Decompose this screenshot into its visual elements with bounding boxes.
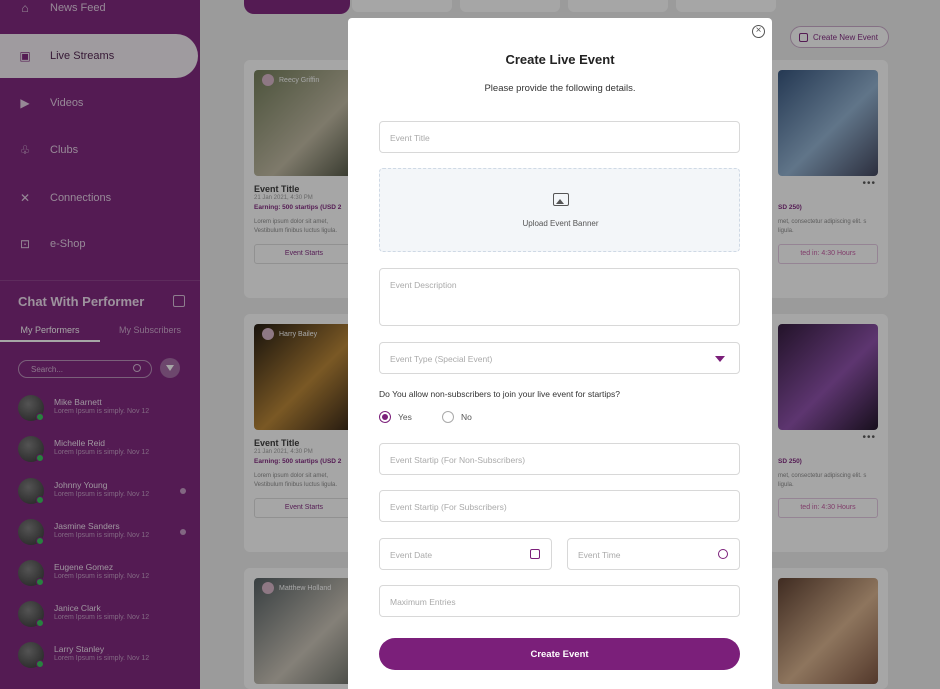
startip-subscribers-input[interactable]: Event Startip (For Subscribers) — [379, 490, 740, 522]
event-title-input[interactable]: Event Title — [379, 121, 740, 153]
event-type-select[interactable]: Event Type (Special Event) — [379, 342, 740, 374]
placeholder: Event Time — [578, 550, 621, 560]
close-icon[interactable]: × — [752, 25, 765, 38]
placeholder: Maximum Entries — [390, 597, 456, 607]
create-event-button[interactable]: Create Event — [379, 638, 740, 670]
radio-no[interactable]: No — [442, 411, 472, 423]
placeholder: Event Startip (For Non-Subscribers) — [390, 455, 526, 465]
radio-label: Yes — [398, 412, 412, 422]
radio-button[interactable] — [442, 411, 454, 423]
calendar-icon[interactable] — [530, 549, 540, 559]
placeholder: Event Startip (For Subscribers) — [390, 502, 507, 512]
placeholder: Event Description — [390, 280, 457, 290]
upload-banner-dropzone[interactable]: Upload Event Banner — [379, 168, 740, 252]
radio-yes[interactable]: Yes — [379, 411, 412, 423]
placeholder: Event Title — [390, 133, 430, 143]
radio-label: No — [461, 412, 472, 422]
chevron-down-icon — [715, 356, 725, 362]
event-date-input[interactable]: Event Date — [379, 538, 552, 570]
image-icon — [553, 193, 569, 206]
placeholder: Event Type (Special Event) — [390, 354, 493, 364]
event-time-input[interactable]: Event Time — [567, 538, 740, 570]
upload-label: Upload Event Banner — [522, 219, 599, 228]
non-subscriber-question: Do You allow non-subscribers to join you… — [379, 389, 620, 399]
radio-button-checked[interactable] — [379, 411, 391, 423]
event-description-input[interactable]: Event Description — [379, 268, 740, 326]
clock-icon[interactable] — [718, 549, 728, 559]
modal-title: Create Live Event — [505, 52, 615, 67]
placeholder: Event Date — [390, 550, 433, 560]
create-live-event-modal: × Create Live Event Please provide the f… — [348, 18, 772, 689]
startip-non-subscribers-input[interactable]: Event Startip (For Non-Subscribers) — [379, 443, 740, 475]
modal-subtitle: Please provide the following details. — [484, 83, 636, 94]
maximum-entries-input[interactable]: Maximum Entries — [379, 585, 740, 617]
